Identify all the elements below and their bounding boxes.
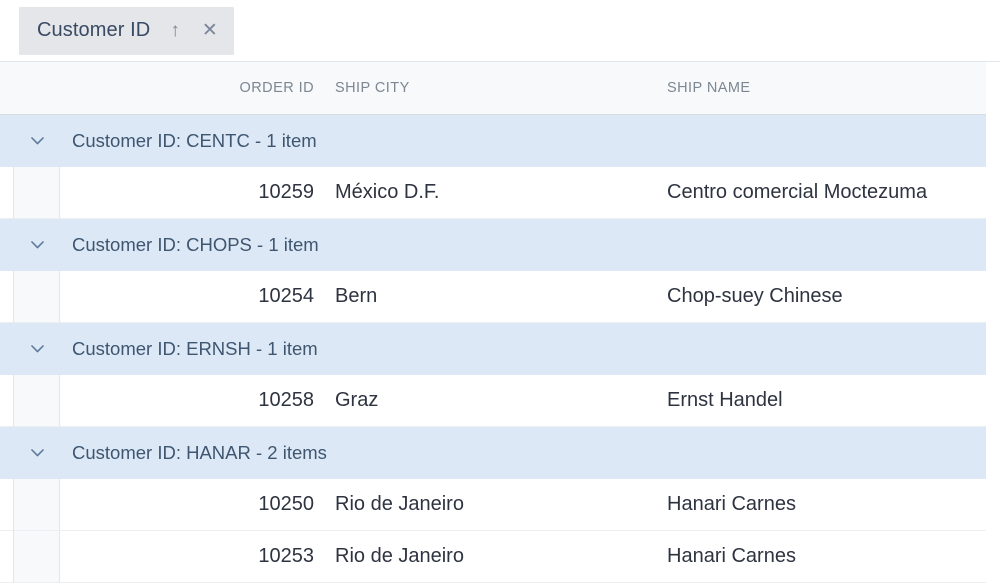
data-grid: Customer ID ↑ ✕ ORDER ID SHIP CITY SHIP … [0,0,1000,587]
table-row[interactable]: 10254 Bern Chop-suey Chinese [0,270,986,323]
group-header-row[interactable]: Customer ID: CHOPS - 1 item [0,219,986,271]
grid-gutter [0,219,14,271]
arrow-up-icon[interactable]: ↑ [170,21,180,40]
group-title: Customer ID: HANAR - 2 items [72,442,327,463]
row-indent-cell [14,531,60,582]
row-indent-cell [14,167,60,218]
cell-ship-name: Chop-suey Chinese [667,285,843,307]
group-title: Customer ID: ERNSH - 1 item [72,338,318,359]
grid-gutter [0,166,14,219]
table-row[interactable]: 10250 Rio de Janeiro Hanari Carnes [0,478,986,531]
table-row[interactable]: 10258 Graz Ernst Handel [0,374,986,427]
group-title: Customer ID: CENTC - 1 item [72,130,317,151]
chevron-down-icon[interactable] [14,323,60,375]
grid-gutter [0,62,14,115]
column-header-ship-city[interactable]: SHIP CITY [314,62,646,115]
grid-gutter [0,530,14,583]
group-panel: Customer ID ↑ ✕ [0,0,1000,62]
row-indent-cell [14,375,60,426]
row-indent-cell [14,271,60,322]
close-icon[interactable]: ✕ [202,21,218,40]
cell-ship-city: México D.F. [335,181,440,203]
cell-ship-city: Rio de Janeiro [335,493,464,515]
chevron-down-icon[interactable] [14,427,60,479]
row-indent-cell [14,479,60,530]
grid-header-row: ORDER ID SHIP CITY SHIP NAME [0,62,986,115]
cell-ship-name: Centro comercial Moctezuma [667,181,928,203]
cell-ship-name: Hanari Carnes [667,545,796,567]
grid-gutter [0,270,14,323]
group-chip-label: Customer ID [37,19,151,41]
group-header-row[interactable]: Customer ID: HANAR - 2 items [0,427,986,479]
cell-order-id: 10259 [258,181,314,203]
cell-ship-city: Bern [335,285,378,307]
table-row[interactable]: 10259 México D.F. Centro comercial Moctezu… [0,166,986,219]
chevron-down-icon[interactable] [14,115,60,167]
cell-order-id: 10253 [258,545,314,567]
cell-order-id: 10254 [258,285,314,307]
group-chip-customer-id[interactable]: Customer ID ↑ ✕ [19,6,234,55]
column-header-order-id[interactable]: ORDER ID [60,62,314,115]
column-header-ship-name[interactable]: SHIP NAME [646,62,986,115]
group-header-row[interactable]: Customer ID: CENTC - 1 item [0,115,986,167]
grid-rows: Customer ID: CENTC - 1 item 10259 México D… [0,115,986,583]
grid-gutter [0,478,14,531]
cell-ship-name: Hanari Carnes [667,493,796,515]
grid-body: ORDER ID SHIP CITY SHIP NAME Customer ID… [0,62,1000,587]
cell-order-id: 10250 [258,493,314,515]
group-title: Customer ID: CHOPS - 1 item [72,234,319,255]
group-header-row[interactable]: Customer ID: ERNSH - 1 item [0,323,986,375]
grid-gutter [0,374,14,427]
cell-ship-city: Graz [335,389,379,411]
grid-gutter [0,115,14,167]
table-row[interactable]: 10253 Rio de Janeiro Hanari Carnes [0,530,986,583]
chevron-down-icon[interactable] [14,219,60,271]
cell-order-id: 10258 [258,389,314,411]
grid-gutter [0,427,14,479]
cell-ship-name: Ernst Handel [667,389,783,411]
cell-ship-city: Rio de Janeiro [335,545,464,567]
grid-content: ORDER ID SHIP CITY SHIP NAME Customer ID… [0,62,986,583]
grid-gutter [0,323,14,375]
